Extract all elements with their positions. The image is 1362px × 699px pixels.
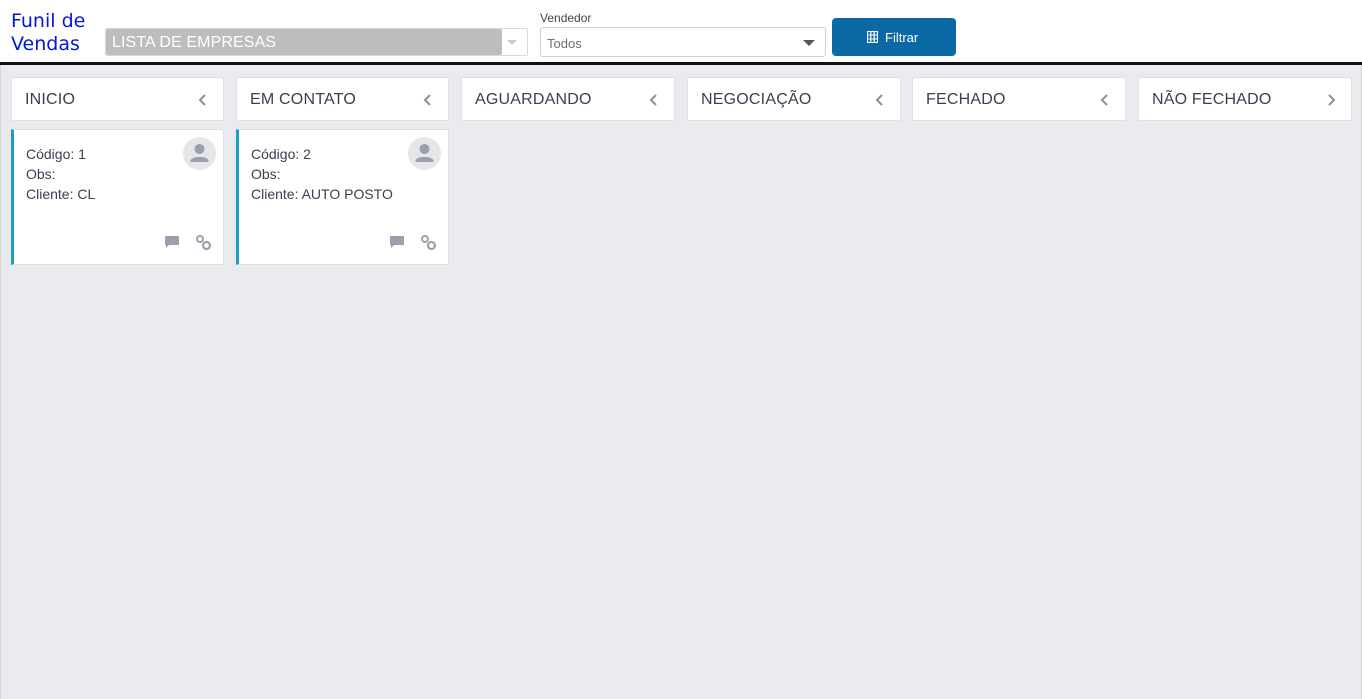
chevron-left-icon[interactable] xyxy=(1099,93,1111,107)
column-title: NÃO FECHADO xyxy=(1152,91,1272,108)
filter-button-label: Filtrar xyxy=(885,30,919,45)
user-icon xyxy=(415,144,434,162)
column-title: EM CONTATO xyxy=(250,91,356,108)
filter-grid-icon xyxy=(867,31,878,43)
page-title-line-1: Funil de xyxy=(11,10,86,32)
column-header-inicio: INICIO xyxy=(11,77,224,121)
card-obs: Obs: xyxy=(251,166,281,182)
card-codigo: Código: 2 xyxy=(251,146,311,162)
column-title: NEGOCIAÇÃO xyxy=(701,91,812,108)
chevron-left-icon[interactable] xyxy=(422,93,434,107)
vendedor-select-value: Todos xyxy=(547,36,582,51)
chevron-down-icon[interactable] xyxy=(803,40,815,46)
card-cliente: Cliente: AUTO POSTO xyxy=(251,186,393,202)
column-header-negociacao: NEGOCIAÇÃO xyxy=(687,77,901,121)
company-select-value: LISTA DE EMPRESAS xyxy=(112,34,277,51)
top-bar: Funil de Vendas LISTA DE EMPRESAS Vended… xyxy=(0,0,1362,62)
card-obs: Obs: xyxy=(26,166,56,182)
column-header-fechado: FECHADO xyxy=(912,77,1126,121)
page-title: Funil de Vendas xyxy=(11,10,101,56)
kanban-board: INICIO EM CONTATO AGUARDANDO NEGOCIAÇÃO … xyxy=(0,65,1362,699)
chevron-left-icon[interactable] xyxy=(648,93,660,107)
column-header-nao-fechado: NÃO FECHADO xyxy=(1138,77,1352,121)
column-header-em-contato: EM CONTATO xyxy=(236,77,449,121)
comment-icon[interactable] xyxy=(164,235,180,249)
vendedor-label: Vendedor xyxy=(540,11,592,25)
comment-icon[interactable] xyxy=(389,235,405,249)
avatar xyxy=(183,137,216,170)
settings-gears-icon[interactable] xyxy=(420,234,437,251)
chevron-down-icon[interactable] xyxy=(507,40,517,45)
deal-card[interactable]: Código: 1 Obs: Cliente: CL xyxy=(11,129,224,265)
deal-card[interactable]: Código: 2 Obs: Cliente: AUTO POSTO xyxy=(236,129,449,265)
chevron-left-icon[interactable] xyxy=(874,93,886,107)
vendedor-select[interactable]: Todos xyxy=(540,27,826,57)
card-cliente: Cliente: CL xyxy=(26,186,96,202)
chevron-left-icon[interactable] xyxy=(197,93,209,107)
chevron-right-icon[interactable] xyxy=(1325,93,1337,107)
column-title: INICIO xyxy=(25,91,76,108)
user-icon xyxy=(190,144,209,162)
settings-gears-icon[interactable] xyxy=(195,234,212,251)
page-title-line-2: Vendas xyxy=(11,33,80,55)
company-select-field[interactable]: LISTA DE EMPRESAS xyxy=(106,29,502,55)
column-title: FECHADO xyxy=(926,91,1006,108)
card-codigo: Código: 1 xyxy=(26,146,86,162)
column-title: AGUARDANDO xyxy=(475,91,592,108)
filter-button[interactable]: Filtrar xyxy=(832,18,956,56)
column-header-aguardando: AGUARDANDO xyxy=(461,77,675,121)
avatar xyxy=(408,137,441,170)
company-select[interactable]: LISTA DE EMPRESAS xyxy=(105,28,528,56)
